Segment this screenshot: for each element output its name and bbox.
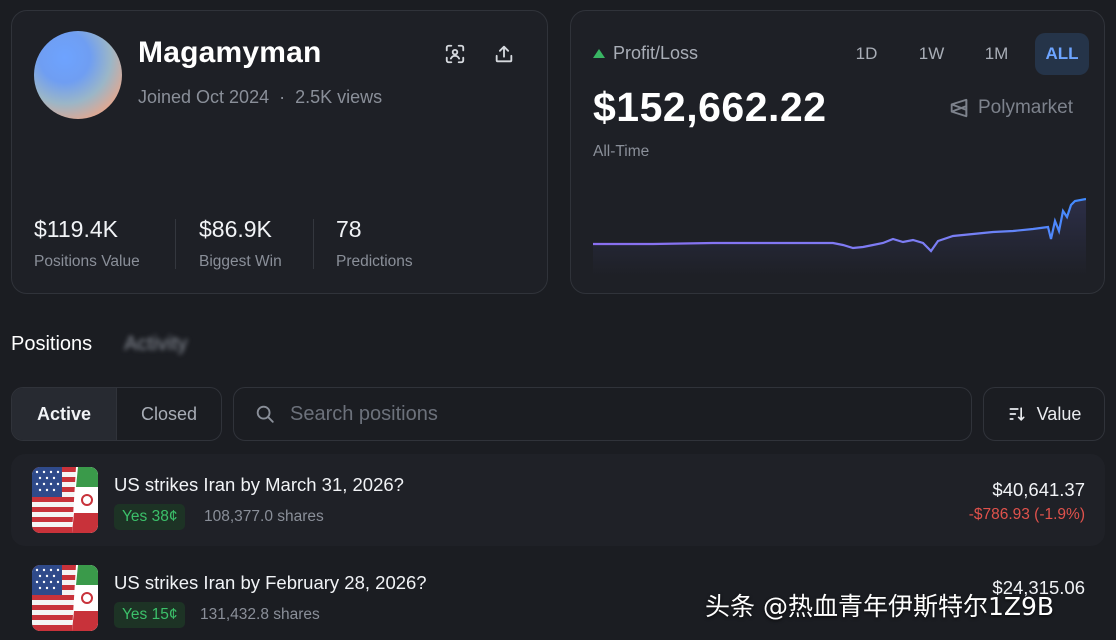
view-count: 2.5K views bbox=[295, 87, 383, 107]
stat-value: 78 bbox=[336, 216, 362, 242]
range-tab-all[interactable]: ALL bbox=[1035, 33, 1089, 75]
tab-activity[interactable]: Activity bbox=[124, 333, 187, 356]
stat-label: Positions Value bbox=[34, 253, 140, 270]
search-icon bbox=[256, 405, 274, 423]
sort-by-value-button[interactable]: Value bbox=[983, 387, 1105, 441]
position-row[interactable]: US strikes Iran by March 31, 2026? Yes 3… bbox=[11, 454, 1105, 546]
sort-icon bbox=[1009, 407, 1025, 422]
stat-divider bbox=[175, 219, 176, 269]
polymarket-brand: Polymarket bbox=[948, 97, 1073, 119]
active-filter-button[interactable]: Active bbox=[12, 388, 117, 440]
us-iran-flag-icon bbox=[32, 565, 98, 631]
share-count: 108,377.0 shares bbox=[204, 508, 324, 525]
position-status-toggle: Active Closed bbox=[11, 387, 222, 441]
position-change: -$786.93 (-1.9%) bbox=[968, 506, 1085, 523]
share-icon[interactable] bbox=[490, 40, 518, 68]
username: Magamyman bbox=[138, 36, 322, 69]
stat-label: Predictions bbox=[336, 253, 413, 270]
trend-up-icon bbox=[593, 49, 605, 58]
stat-biggest-win: $86.9K Biggest Win bbox=[199, 216, 282, 271]
pnl-header: Profit/Loss bbox=[593, 43, 698, 64]
polymarket-logo-icon bbox=[950, 98, 968, 118]
pnl-period: All-Time bbox=[593, 143, 650, 160]
stat-divider bbox=[313, 219, 314, 269]
search-bar bbox=[233, 387, 972, 441]
market-title[interactable]: US strikes Iran by February 28, 2026? bbox=[114, 572, 427, 594]
closed-filter-button[interactable]: Closed bbox=[117, 388, 221, 440]
source-watermark: 头条 @热血青年伊斯特尔1Z9B bbox=[705, 592, 1055, 621]
brand-name: Polymarket bbox=[978, 97, 1074, 118]
profile-meta: Joined Oct 2024 · 2.5K views bbox=[138, 87, 382, 108]
avatar[interactable] bbox=[34, 31, 122, 119]
profit-loss-card: Profit/Loss 1D 1W 1M ALL $152,662.22 Pol… bbox=[570, 10, 1105, 294]
qr-scan-icon[interactable] bbox=[441, 40, 469, 68]
outcome-badge: Yes 38¢ bbox=[114, 504, 186, 530]
stat-positions-value: $119.4K Positions Value bbox=[34, 216, 140, 271]
profile-card: Magamyman Joined Oct 2024 · 2.5K views $11… bbox=[11, 10, 548, 294]
pnl-value: $152,662.22 bbox=[593, 84, 827, 130]
meta-separator: · bbox=[279, 87, 286, 107]
range-tab-1w[interactable]: 1W bbox=[899, 33, 964, 75]
time-range-tabs: 1D 1W 1M ALL bbox=[834, 33, 1089, 75]
stat-predictions: 78 Predictions bbox=[336, 216, 413, 271]
joined-date: Joined Oct 2024 bbox=[138, 87, 270, 107]
pnl-sparkline bbox=[593, 197, 1086, 276]
outcome-badge: Yes 15¢ bbox=[114, 602, 186, 628]
search-input[interactable] bbox=[290, 402, 930, 426]
range-tab-1m[interactable]: 1M bbox=[964, 33, 1029, 75]
market-title[interactable]: US strikes Iran by March 31, 2026? bbox=[114, 474, 404, 496]
pnl-area bbox=[593, 199, 1086, 276]
share-count: 131,432.8 shares bbox=[200, 606, 320, 623]
position-value: $40,641.37 bbox=[992, 479, 1085, 500]
stat-value: $119.4K bbox=[34, 216, 118, 242]
range-tab-1d[interactable]: 1D bbox=[834, 33, 899, 75]
sort-label: Value bbox=[1036, 403, 1082, 424]
stat-label: Biggest Win bbox=[199, 253, 282, 270]
stat-value: $86.9K bbox=[199, 216, 272, 242]
pnl-label: Profit/Loss bbox=[613, 43, 699, 63]
us-iran-flag-icon bbox=[32, 467, 98, 533]
section-tabs: Positions Activity bbox=[11, 333, 188, 356]
tab-positions[interactable]: Positions bbox=[11, 333, 92, 356]
